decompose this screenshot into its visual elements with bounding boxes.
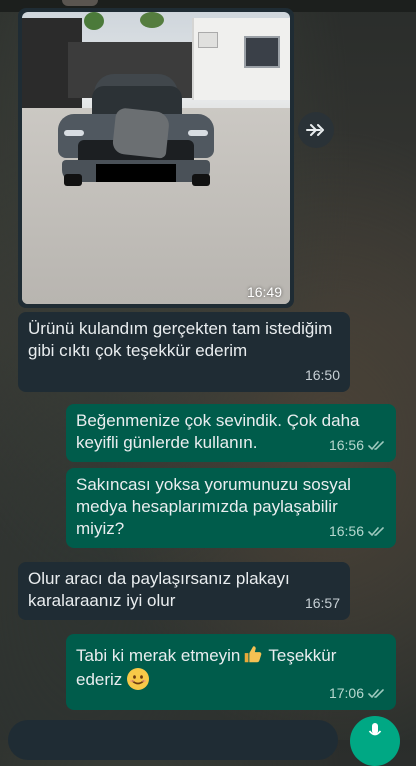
car — [56, 74, 216, 186]
forward-icon — [306, 124, 324, 136]
censored-plate — [96, 164, 176, 182]
mic-icon — [368, 723, 382, 736]
car-photo[interactable]: 16:49 — [22, 12, 290, 304]
message-text: Olur aracı da paylaşırsanız plakayı kara… — [28, 569, 290, 610]
thumbs-up-emoji — [245, 646, 262, 663]
message-text: Beğenmenize çok sevindik. Çok daha keyif… — [76, 411, 360, 452]
message-bubble[interactable]: Ürünü kulandım gerçekten tam istediğim g… — [18, 312, 350, 392]
double-check-icon — [368, 688, 384, 698]
message-bubble[interactable]: Beğenmenize çok sevindik. Çok daha keyif… — [66, 404, 396, 462]
message-bubble[interactable]: Sakıncası yoksa yorumunuzu sosyal medya … — [66, 468, 396, 548]
message-text: Ürünü kulandım gerçekten tam istediğim g… — [28, 319, 333, 360]
message-text: Tabi ki merak etmeyin Teşekkür ederiz — [76, 646, 336, 690]
forward-button[interactable] — [298, 112, 334, 148]
message-time: 16:56 — [329, 434, 386, 456]
image-message[interactable]: 16:49 — [18, 8, 294, 308]
message-time: 16:57 — [304, 595, 340, 611]
message-input[interactable] — [8, 720, 338, 760]
message-bubble[interactable]: Tabi ki merak etmeyin Teşekkür ederiz 17… — [66, 634, 396, 710]
smiling-face-emoji — [127, 668, 150, 690]
message-time: 16:49 — [246, 284, 282, 300]
message-time: 16:56 — [329, 520, 386, 542]
message-bubble[interactable]: Olur aracı da paylaşırsanız plakayı kara… — [18, 562, 350, 620]
message-text: Sakıncası yoksa yorumunuzu sosyal medya … — [76, 475, 351, 538]
message-time: 16:50 — [304, 367, 340, 383]
mic-button[interactable] — [350, 716, 400, 766]
double-check-icon — [368, 440, 384, 450]
double-check-icon — [368, 526, 384, 536]
avatar[interactable] — [62, 0, 98, 6]
message-time: 17:06 — [329, 682, 386, 704]
